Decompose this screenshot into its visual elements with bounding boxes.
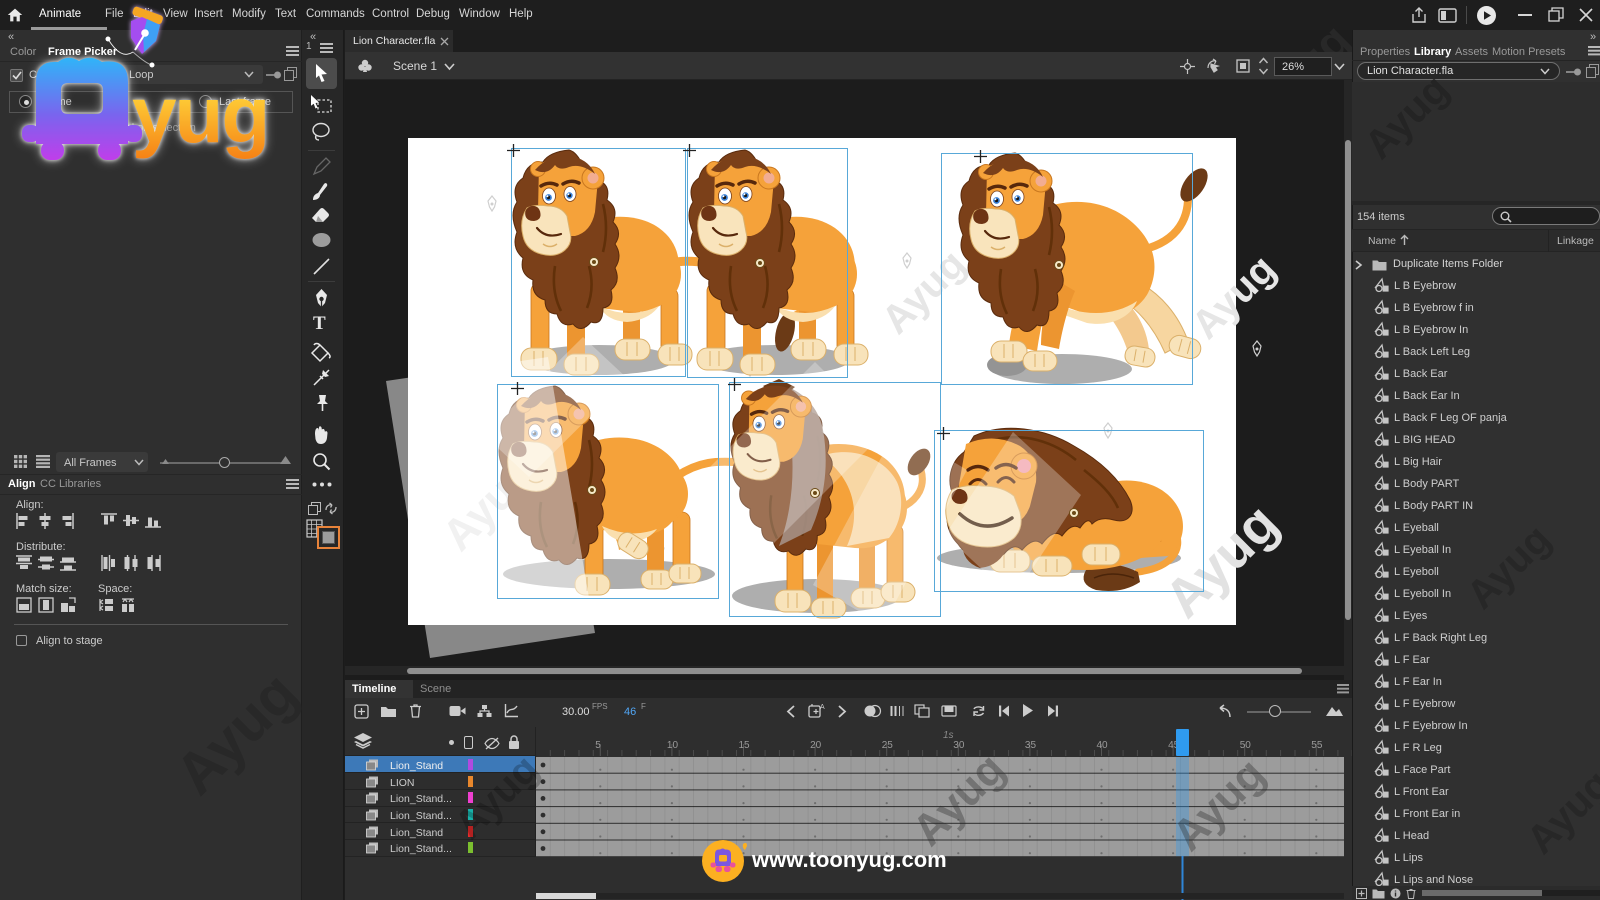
svg-text:50: 50 [1240,740,1252,751]
svg-text:15: 15 [739,740,751,751]
svg-text:35: 35 [1025,740,1037,751]
svg-text:A: A [820,704,825,711]
svg-text:20: 20 [810,740,822,751]
svg-text:5: 5 [595,740,601,751]
svg-text:yug: yug [132,70,268,159]
svg-text:30: 30 [953,740,965,751]
svg-text:10: 10 [667,740,679,751]
svg-text:40: 40 [1097,740,1109,751]
svg-text:1s: 1s [943,730,954,741]
svg-text:55: 55 [1311,740,1323,751]
svg-text:25: 25 [882,740,894,751]
